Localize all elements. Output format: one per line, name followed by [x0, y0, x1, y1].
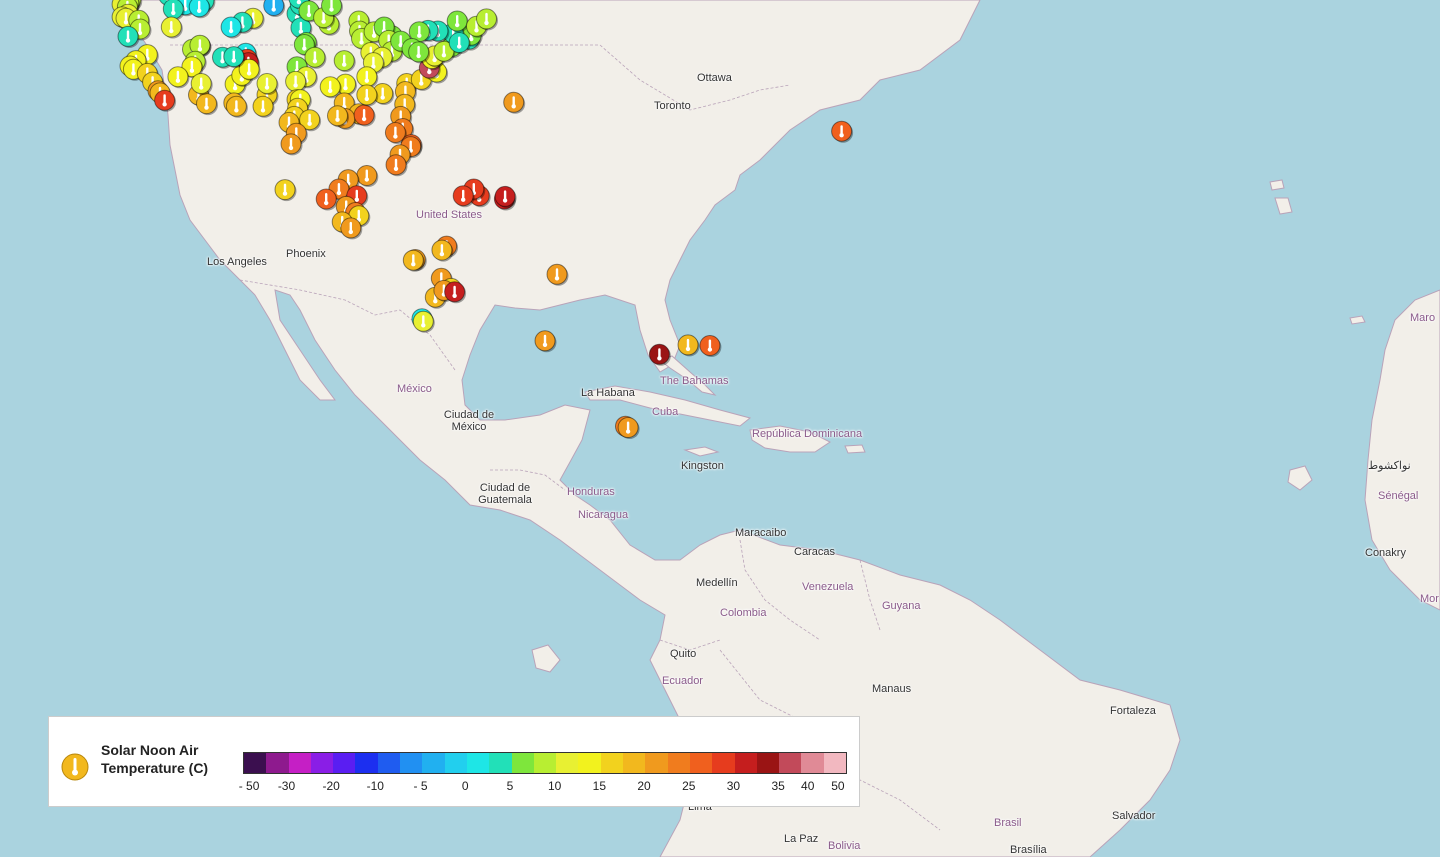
legend-swatch	[310, 753, 334, 773]
legend-tick-label: 50	[831, 779, 845, 793]
legend-tick-label: 40	[801, 779, 815, 793]
place-label-venezuela: Venezuela	[802, 581, 854, 593]
place-label-ottawa: Ottawa	[697, 72, 732, 84]
legend-swatch	[466, 753, 490, 773]
place-label-s-n-gal: Sénégal	[1378, 490, 1419, 502]
place-label-ecuador: Ecuador	[662, 675, 703, 687]
legend-tick-label: 0	[461, 779, 469, 793]
legend-swatch	[244, 753, 267, 773]
place-label-phoenix: Phoenix	[286, 248, 326, 260]
legend-swatch	[511, 753, 534, 773]
legend-tick-label: 5	[506, 779, 514, 793]
place-label-toronto: Toronto	[654, 100, 691, 112]
legend-tick-label: -30	[277, 779, 296, 793]
place-label-bras-lia: Brasília	[1010, 844, 1047, 856]
place-label-the-bahamas: The Bahamas	[660, 375, 729, 387]
place-label-caracas: Caracas	[794, 546, 835, 558]
legend-swatch	[444, 753, 467, 773]
place-label-los-angeles: Los Angeles	[207, 256, 267, 268]
legend-swatch	[333, 753, 356, 773]
legend-swatch	[600, 753, 624, 773]
place-label-mor: Mor	[1420, 593, 1439, 605]
canary-islands-land	[1349, 315, 1366, 325]
place-label-kingston: Kingston	[681, 460, 724, 472]
legend-swatch	[578, 753, 601, 773]
legend-swatch	[734, 753, 757, 773]
place-label-quito: Quito	[670, 648, 697, 660]
puerto-rico-land	[844, 444, 866, 454]
place-label-fortaleza: Fortaleza	[1110, 705, 1156, 717]
place-label-rep-blica-dominicana: República Dominicana	[752, 428, 863, 440]
legend-swatch	[756, 753, 780, 773]
place-label-cuba: Cuba	[652, 406, 679, 418]
legend-tick-label: 25	[682, 779, 696, 793]
place-label-ciudad-de-guatemala: Ciudad de Guatemala	[478, 482, 532, 506]
azores-land	[1269, 179, 1285, 191]
legend-panel: Solar Noon Air Temperature (C) - 50 -30 -2…	[48, 716, 860, 807]
place-label-bolivia: Bolivia	[828, 840, 861, 852]
place-label-maro: Maro	[1410, 312, 1436, 324]
legend-title: Solar Noon Air Temperature (C)	[101, 742, 209, 776]
legend-swatch	[667, 753, 690, 773]
legend-swatch	[377, 753, 401, 773]
place-label-brasil: Brasil	[994, 817, 1022, 829]
legend-tick-label: 15	[592, 779, 607, 793]
place-label-medell-n: Medellín	[696, 577, 738, 589]
legend-swatch	[556, 753, 579, 773]
place-label-guyana: Guyana	[882, 600, 921, 612]
legend-tick-label: - 50	[238, 779, 260, 793]
thermometer-icon	[61, 753, 89, 781]
legend-tick-labels: - 50 -30 -20 -10- 5 0 5 10 15 20 25 30 35 40 50	[239, 779, 847, 795]
legend-swatch	[288, 753, 311, 773]
legend-swatch	[823, 753, 847, 773]
place-label-conakry: Conakry	[1365, 547, 1406, 559]
legend-swatch	[355, 753, 378, 773]
legend-tick-label: -20	[322, 779, 340, 793]
legend-tick-label: 20	[637, 779, 651, 793]
place-label-ciudad-de-m-xico: Ciudad de México	[443, 409, 495, 433]
legend-swatch	[712, 753, 735, 773]
legend-swatch	[645, 753, 668, 773]
place-label-la-habana: La Habana	[581, 387, 635, 399]
legend-swatch	[400, 753, 423, 773]
legend-swatch	[422, 753, 445, 773]
place-label-la-paz: La Paz	[784, 833, 819, 845]
place-label-colombia: Colombia	[720, 607, 767, 619]
legend-swatch	[266, 753, 289, 773]
place-label-manaus: Manaus	[872, 683, 912, 695]
place-label-salvador: Salvador	[1112, 810, 1156, 822]
legend-swatch	[689, 753, 713, 773]
legend-color-scale	[243, 752, 847, 774]
place-label-m-xico: México	[397, 383, 432, 395]
legend-swatch	[533, 753, 557, 773]
legend-tick-label: 10	[547, 779, 562, 793]
legend-swatch	[801, 753, 824, 773]
legend-swatch	[489, 753, 512, 773]
legend-swatch	[779, 753, 802, 773]
legend-tick-label: 35	[771, 779, 785, 793]
legend-tick-label: -10	[366, 779, 384, 793]
place-label-maracaibo: Maracaibo	[735, 527, 787, 539]
legend-tick-label: - 5	[413, 779, 428, 793]
place-label-united-states: United States	[416, 209, 483, 221]
place-label-honduras: Honduras	[567, 486, 615, 498]
place-label--: نواكشوط	[1368, 460, 1411, 472]
legend-tick-label: 30	[726, 779, 741, 793]
legend-swatch	[623, 753, 646, 773]
place-label-nicaragua: Nicaragua	[578, 509, 629, 521]
